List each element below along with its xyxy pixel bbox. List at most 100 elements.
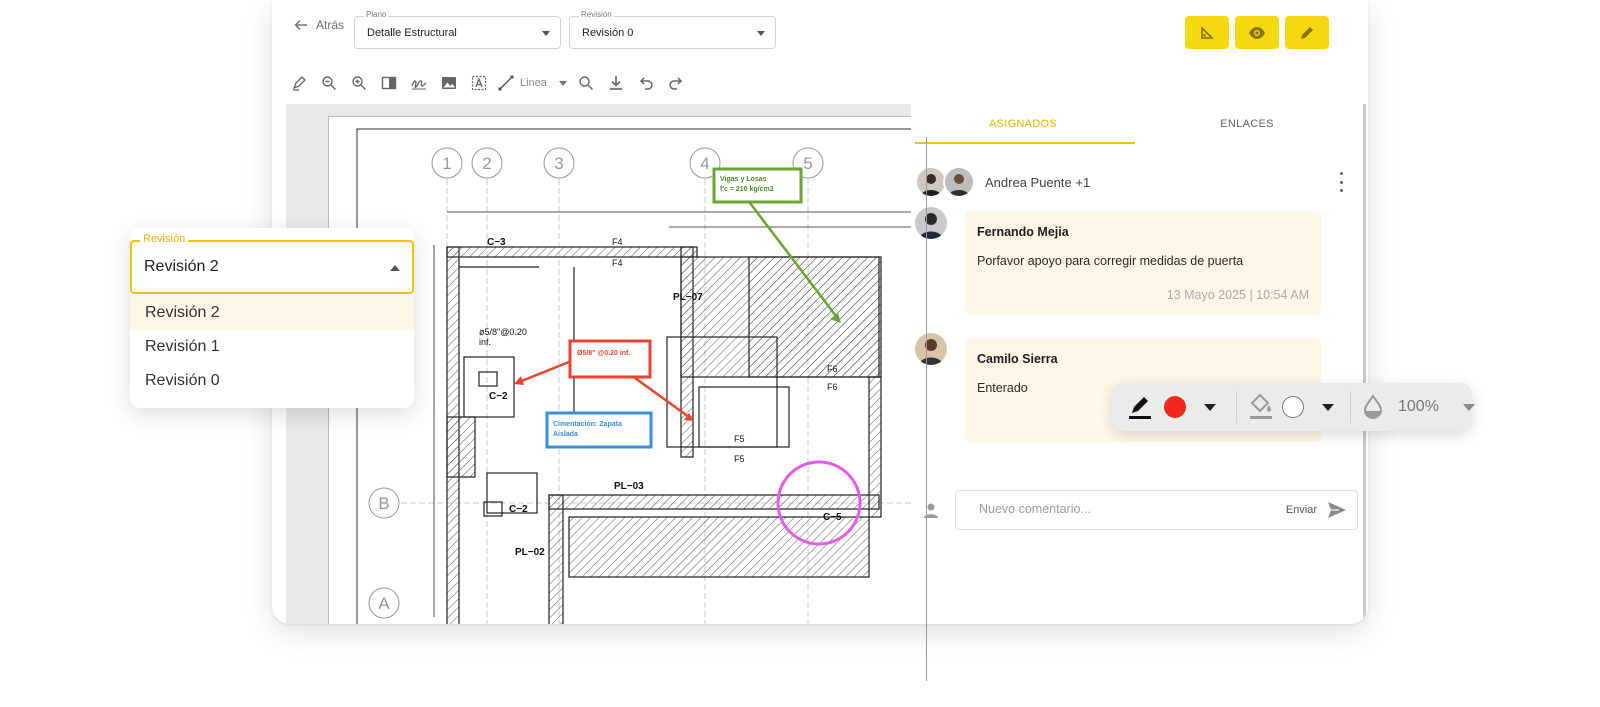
arrow-left-icon [294, 19, 307, 31]
app-stage: Atrás Plano Detalle Estructural Revisión… [0, 0, 1600, 707]
line-tool-select[interactable]: Linea [494, 75, 571, 91]
measure-button[interactable] [1185, 16, 1229, 49]
assignees-label: Andrea Puente +1 [985, 174, 1091, 190]
plano-select[interactable]: Plano Detalle Estructural [354, 10, 561, 49]
grid-label-3: 3 [554, 154, 563, 173]
panel-scrollbar[interactable] [1363, 104, 1366, 624]
avatar [915, 333, 947, 365]
back-button[interactable]: Atrás [294, 18, 344, 32]
revision-option[interactable]: Revisión 0 [130, 364, 414, 398]
revision-value: Revisión 0 [582, 27, 634, 39]
toolbar-separator [1236, 391, 1237, 423]
send-button[interactable]: Enviar [1286, 501, 1347, 519]
comment-text: Porfavor apoyo para corregir medidas de … [977, 254, 1244, 268]
drawing-toolbar: Linea [284, 70, 691, 96]
undo-tool[interactable] [631, 70, 661, 96]
zoom-out-icon [322, 76, 336, 90]
revision-option[interactable]: Revisión 2 [130, 296, 414, 330]
grid-label-2: 2 [482, 154, 491, 173]
line-icon [498, 75, 514, 91]
revision-select[interactable]: Revisión Revisión 0 [569, 10, 776, 49]
zoom-out-tool[interactable] [314, 70, 344, 96]
toolbar-separator [1350, 391, 1351, 423]
tab-enlaces[interactable]: ENLACES [1135, 118, 1359, 130]
label-f5b: F5 [734, 454, 745, 464]
annotation-blue-line2: Aislada [553, 431, 578, 438]
opacity-drop-icon [1363, 394, 1383, 419]
plan-sheet: 1 2 3 4 5 B A C−3 C−2 C−2 C−5 PL−07 PL−0… [328, 116, 911, 624]
compare-tool[interactable] [374, 70, 404, 96]
annotation-arrow-red-1[interactable] [518, 360, 570, 384]
label-c5: C−5 [823, 512, 842, 523]
image-tool[interactable] [434, 70, 464, 96]
stroke-color-picker[interactable] [1126, 383, 1216, 431]
comment-text: Enterado [977, 381, 1028, 395]
send-label: Enviar [1285, 504, 1317, 516]
caret-down-icon [1204, 403, 1216, 411]
view-button[interactable] [1235, 16, 1279, 49]
signature-tool[interactable] [404, 70, 434, 96]
label-f6b: F6 [827, 382, 838, 392]
send-icon [1328, 502, 1346, 518]
assignees-row[interactable]: Andrea Puente +1 [915, 166, 1090, 198]
revision-dropdown-value: Revisión 2 [144, 258, 219, 275]
comment-author: Fernando Mejia [977, 225, 1069, 239]
label-f4a: F4 [612, 237, 623, 247]
revision-dropdown-caption: Revisión [140, 233, 189, 245]
pencil-icon [1301, 26, 1313, 39]
edit-button[interactable] [1285, 16, 1329, 49]
annotation-box-blue[interactable] [545, 411, 653, 449]
ruler-triangle-icon [1201, 25, 1214, 39]
text-box-tool[interactable] [464, 70, 494, 96]
comment-author: Camilo Sierra [977, 352, 1058, 366]
chevron-down-icon [542, 31, 550, 36]
annotation-green-line2: f'c = 210 kg/cm2 [720, 186, 774, 193]
search-tool[interactable] [571, 70, 601, 96]
comments-panel: ASIGNADOS ENLACES Andrea Puente +1 Ferna… [911, 104, 1368, 624]
chevron-down-icon [757, 31, 765, 36]
label-pl03: PL−03 [614, 481, 644, 492]
label-c2b: C−2 [509, 504, 528, 515]
new-comment-field[interactable]: Enviar [955, 490, 1358, 530]
annotation-red-text: Ø5/8" @0.20 inf. [577, 350, 630, 357]
label-f5a: F5 [734, 434, 745, 444]
download-tool[interactable] [601, 70, 631, 96]
label-f6a: F6 [827, 364, 838, 374]
fill-color-picker[interactable] [1248, 383, 1334, 431]
redo-icon [669, 77, 682, 90]
structural-plan-drawing: 1 2 3 4 5 B A C−3 C−2 C−2 C−5 PL−07 PL−0… [356, 128, 911, 624]
revision-option[interactable]: Revisión 1 [130, 330, 414, 364]
new-comment-input[interactable] [979, 502, 1259, 516]
split-divider[interactable] [926, 137, 927, 681]
eye-icon [1249, 26, 1265, 39]
zoom-in-icon [352, 76, 366, 90]
chevron-up-icon [390, 265, 400, 271]
grid-label-4: 4 [700, 154, 709, 173]
revision-dropdown-field[interactable]: Revisión Revisión 2 [130, 233, 414, 294]
new-comment-row: Enviar [911, 490, 1360, 530]
pen-color-icon [1129, 397, 1151, 419]
arrowhead-icon [514, 376, 524, 385]
label-inf: inf. [479, 337, 491, 347]
more-options-icon[interactable] [1336, 172, 1346, 192]
annotation-green-line1: Vigas y Losas [720, 176, 767, 183]
zoom-in-tool[interactable] [344, 70, 374, 96]
label-f4b: F4 [612, 258, 623, 268]
opacity-value: 100% [1398, 398, 1439, 415]
annotation-style-toolbar: 100% [1112, 383, 1475, 431]
compare-icon [381, 76, 397, 90]
label-pl02: PL−02 [515, 547, 545, 558]
grid-label-1: 1 [442, 154, 451, 173]
opacity-picker[interactable]: 100% [1362, 383, 1475, 431]
highlighter-tool[interactable] [284, 70, 314, 96]
avatar [943, 166, 975, 198]
redo-tool[interactable] [661, 70, 691, 96]
caret-down-icon [1462, 403, 1475, 411]
line-tool-label: Linea [520, 77, 547, 89]
annotation-box-red[interactable] [568, 339, 652, 379]
avatar [915, 207, 947, 239]
tab-asignados[interactable]: ASIGNADOS [911, 118, 1135, 130]
revision-caption: Revisión [579, 10, 614, 19]
caret-down-icon [1322, 403, 1334, 411]
fill-color-swatch [1282, 396, 1304, 418]
